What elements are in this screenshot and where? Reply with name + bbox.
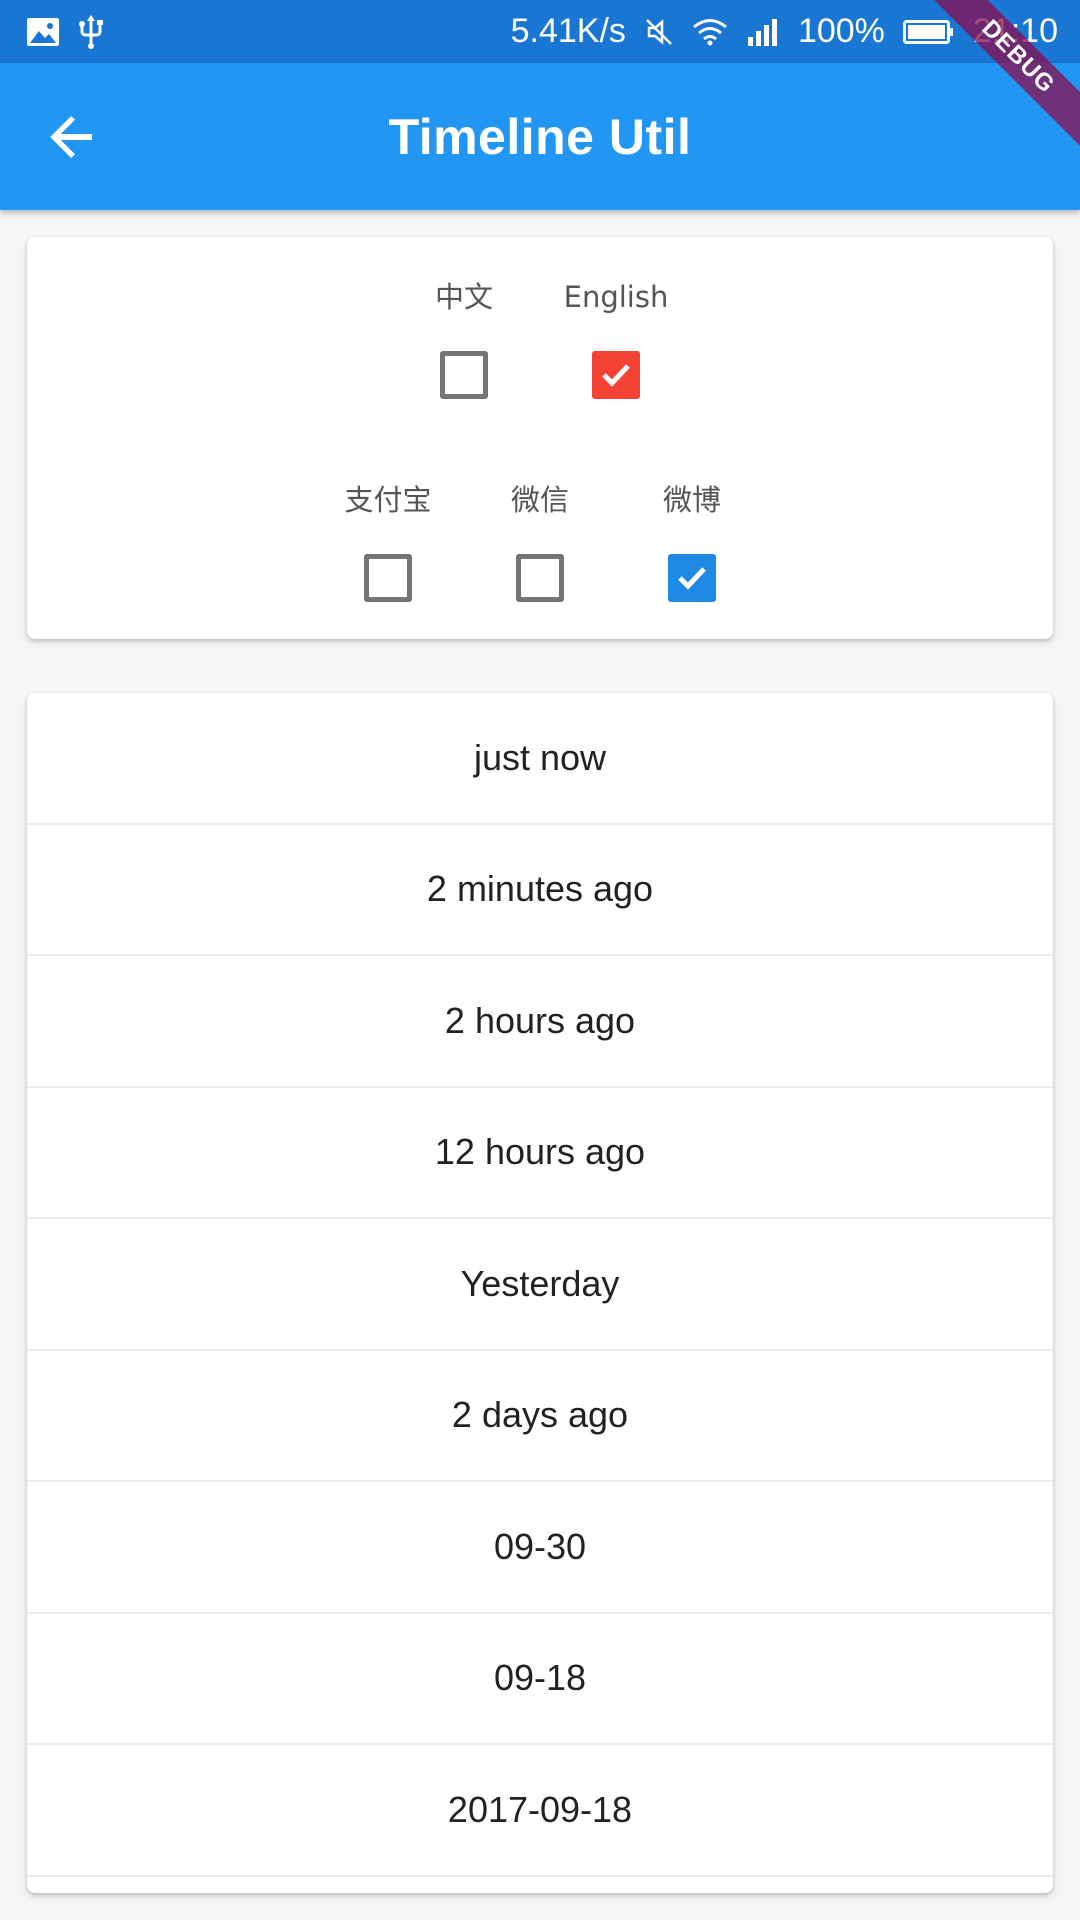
battery-icon: [902, 18, 955, 46]
option-wechat: 微信: [464, 480, 616, 602]
timeline-list: just now 2 minutes ago 2 hours ago 12 ho…: [27, 693, 1053, 1893]
app-bar: Timeline Util: [0, 63, 1080, 210]
arrow-back-icon: [50, 115, 92, 158]
signal-icon: [746, 17, 780, 47]
list-item[interactable]: 2017-09-18: [27, 1745, 1053, 1877]
list-item[interactable]: 12 hours ago: [27, 1088, 1053, 1219]
list-item-text: 09-18: [493, 1657, 587, 1699]
list-item-text: 2017-09-18: [447, 1788, 633, 1830]
battery-percent: 100%: [797, 12, 885, 50]
checkbox-english[interactable]: [592, 351, 640, 399]
checkbox-chinese[interactable]: [440, 351, 488, 399]
check-icon: [678, 567, 706, 590]
option-label: English: [563, 280, 669, 314]
image-icon: [26, 17, 60, 47]
list-item-text: 09-30: [493, 1525, 587, 1567]
options-card: 中文 English 支付宝 微信 微博: [27, 237, 1053, 639]
usb-icon: [78, 14, 104, 49]
option-english: English: [540, 277, 692, 399]
checkbox-wechat[interactable]: [516, 554, 564, 602]
list-item[interactable]: 2 hours ago: [27, 956, 1053, 1088]
page-title: Timeline Util: [388, 108, 692, 165]
clock: 21:10: [972, 12, 1058, 50]
checkbox-weibo[interactable]: [668, 554, 716, 602]
option-label: 中文: [434, 280, 493, 314]
list-item[interactable]: just now: [27, 693, 1053, 825]
list-item-text: 2 hours ago: [444, 999, 636, 1041]
list-item-text: 2 days ago: [451, 1394, 629, 1436]
status-left: [26, 14, 104, 49]
list-item[interactable]: Yesterday: [27, 1219, 1053, 1351]
list-item-text: 2 minutes ago: [426, 868, 654, 910]
status-bar: 5.41K/s 100% 21:10: [0, 0, 1080, 63]
list-item[interactable]: 2 days ago: [27, 1351, 1053, 1482]
option-label: 支付宝: [344, 483, 432, 517]
wifi-icon: [692, 18, 728, 46]
network-speed: 5.41K/s: [510, 12, 626, 50]
list-item-text: 12 hours ago: [434, 1131, 646, 1173]
list-item-text: Yesterday: [460, 1262, 620, 1304]
option-label: 微信: [510, 483, 569, 517]
option-label: 微博: [662, 483, 721, 517]
option-alipay: 支付宝: [312, 480, 464, 602]
checkbox-alipay[interactable]: [364, 554, 412, 602]
check-icon: [602, 364, 630, 387]
list-item-text: just now: [473, 736, 607, 778]
option-chinese: 中文: [388, 277, 540, 399]
status-right: 5.41K/s 100% 21:10: [511, 12, 1058, 51]
platform-options: 支付宝 微信 微博: [27, 480, 1053, 602]
language-options: 中文 English: [27, 277, 1053, 399]
list-item[interactable]: 09-30: [27, 1482, 1053, 1614]
mute-icon: [644, 17, 674, 47]
back-button[interactable]: [40, 105, 104, 169]
list-item[interactable]: 2 minutes ago: [27, 825, 1053, 956]
option-weibo: 微博: [616, 480, 768, 602]
list-item[interactable]: 09-18: [27, 1614, 1053, 1745]
